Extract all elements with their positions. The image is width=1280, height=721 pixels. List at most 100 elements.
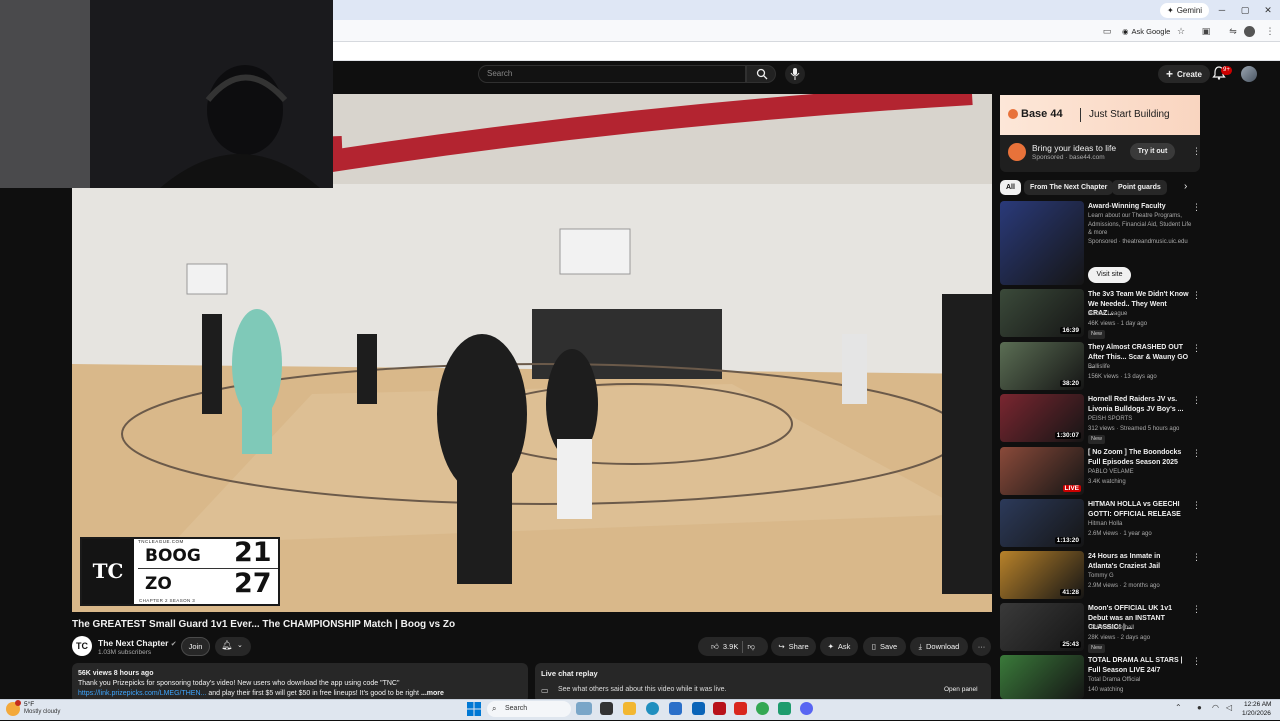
bookmark-star-icon[interactable]: ☆ <box>1174 24 1188 38</box>
recommendation-channel[interactable]: Ballislife <box>1088 363 1110 372</box>
edge-icon[interactable] <box>646 702 659 715</box>
discord-icon[interactable] <box>800 702 813 715</box>
like-button[interactable]: 👍︎ 3.9K <box>711 642 738 652</box>
chip-from-the-next-chapter[interactable]: From The Next Chapter <box>1024 180 1114 195</box>
download-button[interactable]: ⤓ Download <box>910 637 968 656</box>
video-title: The GREATEST Small Guard 1v1 Ever... The… <box>72 619 456 630</box>
recommendation-thumbnail[interactable] <box>1000 655 1084 699</box>
recommendation-stats: 2.6M views · 1 year ago <box>1088 531 1152 537</box>
recommendation-thumbnail[interactable]: 16:39 <box>1000 289 1084 337</box>
recommendation-thumbnail[interactable] <box>1000 201 1084 285</box>
recommendation-title[interactable]: TOTAL DRAMA ALL STARS | Full Season LIVE… <box>1088 656 1190 675</box>
show-more-link[interactable]: ...more <box>421 690 444 697</box>
tray-chevron-icon[interactable]: ⌃ <box>1175 703 1182 712</box>
ad-divider <box>1080 108 1081 122</box>
sidebar-icon[interactable]: ▣ <box>1199 24 1213 38</box>
recommendation-channel[interactable]: Hitman Holla <box>1088 520 1122 529</box>
account-avatar[interactable] <box>1241 66 1257 82</box>
recommendation-title[interactable]: [ No Zoom ] The Boondocks Full Episodes … <box>1088 448 1190 467</box>
download-icon: ⤓ <box>918 641 922 651</box>
close-icon[interactable]: ✕ <box>1257 3 1279 17</box>
recommendation-thumbnail[interactable]: 25:43 <box>1000 603 1084 651</box>
file-explorer-icon[interactable] <box>623 702 636 715</box>
player2-name: ZO <box>145 574 172 594</box>
search-icon <box>756 68 768 80</box>
description-link[interactable]: https://link.prizepicks.com/LMEG/THEN... <box>78 690 206 697</box>
clock-time[interactable]: 12:26 AM <box>1244 701 1271 708</box>
more-actions-button[interactable]: ··· <box>972 637 991 656</box>
recommendation-channel[interactable]: Tommy G <box>1088 572 1114 581</box>
recommendation-menu-icon[interactable]: ⋮ <box>1192 343 1201 354</box>
recommendation-menu-icon[interactable]: ⋮ <box>1192 604 1201 615</box>
task-view-icon[interactable] <box>600 702 613 715</box>
recommendation-channel[interactable]: Total Drama Official <box>1088 676 1140 685</box>
chrome-icon[interactable] <box>756 702 769 715</box>
extensions-icon[interactable]: ⇋ <box>1226 24 1240 38</box>
voice-search-button[interactable] <box>785 64 805 84</box>
recommendation-title[interactable]: Award-Winning Faculty <box>1088 202 1190 212</box>
ask-google-button[interactable]: ◉ Ask Google <box>1118 24 1174 38</box>
maximize-icon[interactable]: ▢ <box>1234 3 1256 17</box>
menu-icon[interactable]: ⋮ <box>1263 24 1277 38</box>
recommendation-channel[interactable]: UDFN Basketball <box>1088 624 1134 633</box>
app-icon[interactable] <box>778 702 791 715</box>
recommendation-menu-icon[interactable]: ⋮ <box>1192 202 1201 213</box>
minimize-icon[interactable]: ─ <box>1211 3 1233 17</box>
recommendation-thumbnail[interactable]: 41:28 <box>1000 551 1084 599</box>
recommendation-channel[interactable]: Jumes League <box>1088 310 1127 319</box>
chip-point-guards[interactable]: Point guards <box>1112 180 1167 195</box>
ask-button[interactable]: ✦ Ask <box>820 637 858 656</box>
recommendation-menu-icon[interactable]: ⋮ <box>1192 395 1201 406</box>
volume-icon[interactable]: ◁ <box>1226 703 1232 712</box>
create-button[interactable]: + Create <box>1158 65 1210 83</box>
recommendation-title[interactable]: HITMAN HOLLA vs GEECHI GOTTI: OFFICIAL R… <box>1088 500 1190 519</box>
mic-tray-icon[interactable]: ● <box>1197 703 1202 712</box>
recommendation-thumbnail[interactable]: LIVE <box>1000 447 1084 495</box>
recommendation-title[interactable]: Hornell Red Raiders JV vs. Livonia Bulld… <box>1088 395 1190 414</box>
recommendation-title[interactable]: 24 Hours as Inmate in Atlanta's Craziest… <box>1088 552 1190 571</box>
cast-icon[interactable]: ▭ <box>1100 24 1114 38</box>
outlook-icon[interactable] <box>692 702 705 715</box>
wifi-icon[interactable]: ◠ <box>1212 703 1219 712</box>
try-it-out-button[interactable]: Try it out <box>1130 143 1175 160</box>
channel-name[interactable]: The Next Chapter ✔ <box>98 638 177 648</box>
taskbar-search[interactable]: ⌕ Search <box>487 701 571 717</box>
recommendation-thumbnail[interactable]: 1:30:07 <box>1000 394 1084 442</box>
share-button[interactable]: ↪ Share <box>771 637 816 656</box>
duration-badge: LIVE <box>1062 485 1081 492</box>
channel-avatar[interactable]: TC <box>72 636 92 656</box>
duration-badge: 25:43 <box>1060 641 1081 648</box>
recommendation-menu-icon[interactable]: ⋮ <box>1192 656 1201 667</box>
gemini-button[interactable]: ✦ Gemini <box>1160 3 1210 18</box>
ad-menu-icon[interactable]: ⋮ <box>1192 146 1201 157</box>
widgets-icon[interactable] <box>576 702 592 715</box>
recommendation-menu-icon[interactable]: ⋮ <box>1192 448 1201 459</box>
open-panel-button[interactable]: Open panel <box>944 686 978 693</box>
youtube-app-icon[interactable] <box>734 702 747 715</box>
chevron-right-icon[interactable]: › <box>1184 181 1187 192</box>
more-icon: ··· <box>977 642 986 651</box>
word-icon[interactable] <box>669 702 682 715</box>
recommendation-menu-icon[interactable]: ⋮ <box>1192 552 1201 563</box>
join-button[interactable]: Join <box>181 637 210 656</box>
recommendation-thumbnail[interactable]: 1:13:20 <box>1000 499 1084 547</box>
profile-avatar[interactable] <box>1244 26 1255 37</box>
clock-date[interactable]: 1/20/2026 <box>1242 710 1271 717</box>
description-box[interactable]: 56K views 8 hours ago Thank you Prizepic… <box>72 663 528 703</box>
search-button[interactable] <box>746 65 776 83</box>
search-input[interactable]: Search <box>478 65 746 83</box>
dislike-button[interactable]: 👎︎ <box>747 642 755 652</box>
visit-site-button[interactable]: Visit site <box>1088 267 1131 283</box>
subscribed-bell-button[interactable]: 🔔︎ ⌄ <box>215 637 251 656</box>
recommendation-channel[interactable]: PEISH SPORTS <box>1088 415 1132 424</box>
netflix-icon[interactable] <box>713 702 726 715</box>
windows-start-icon[interactable] <box>467 702 481 716</box>
recommendation-menu-icon[interactable]: ⋮ <box>1192 500 1201 511</box>
save-button[interactable]: ▯ Save <box>863 637 906 656</box>
recommendation-channel[interactable]: Sponsored · theatreandmusic.uic.edu <box>1088 238 1188 247</box>
chip-all[interactable]: All <box>1000 180 1021 195</box>
thumbs-down-icon: 👎︎ <box>747 641 755 651</box>
recommendation-menu-icon[interactable]: ⋮ <box>1192 290 1201 301</box>
recommendation-channel[interactable]: PABLO VELAME <box>1088 468 1134 477</box>
recommendation-thumbnail[interactable]: 38:20 <box>1000 342 1084 390</box>
